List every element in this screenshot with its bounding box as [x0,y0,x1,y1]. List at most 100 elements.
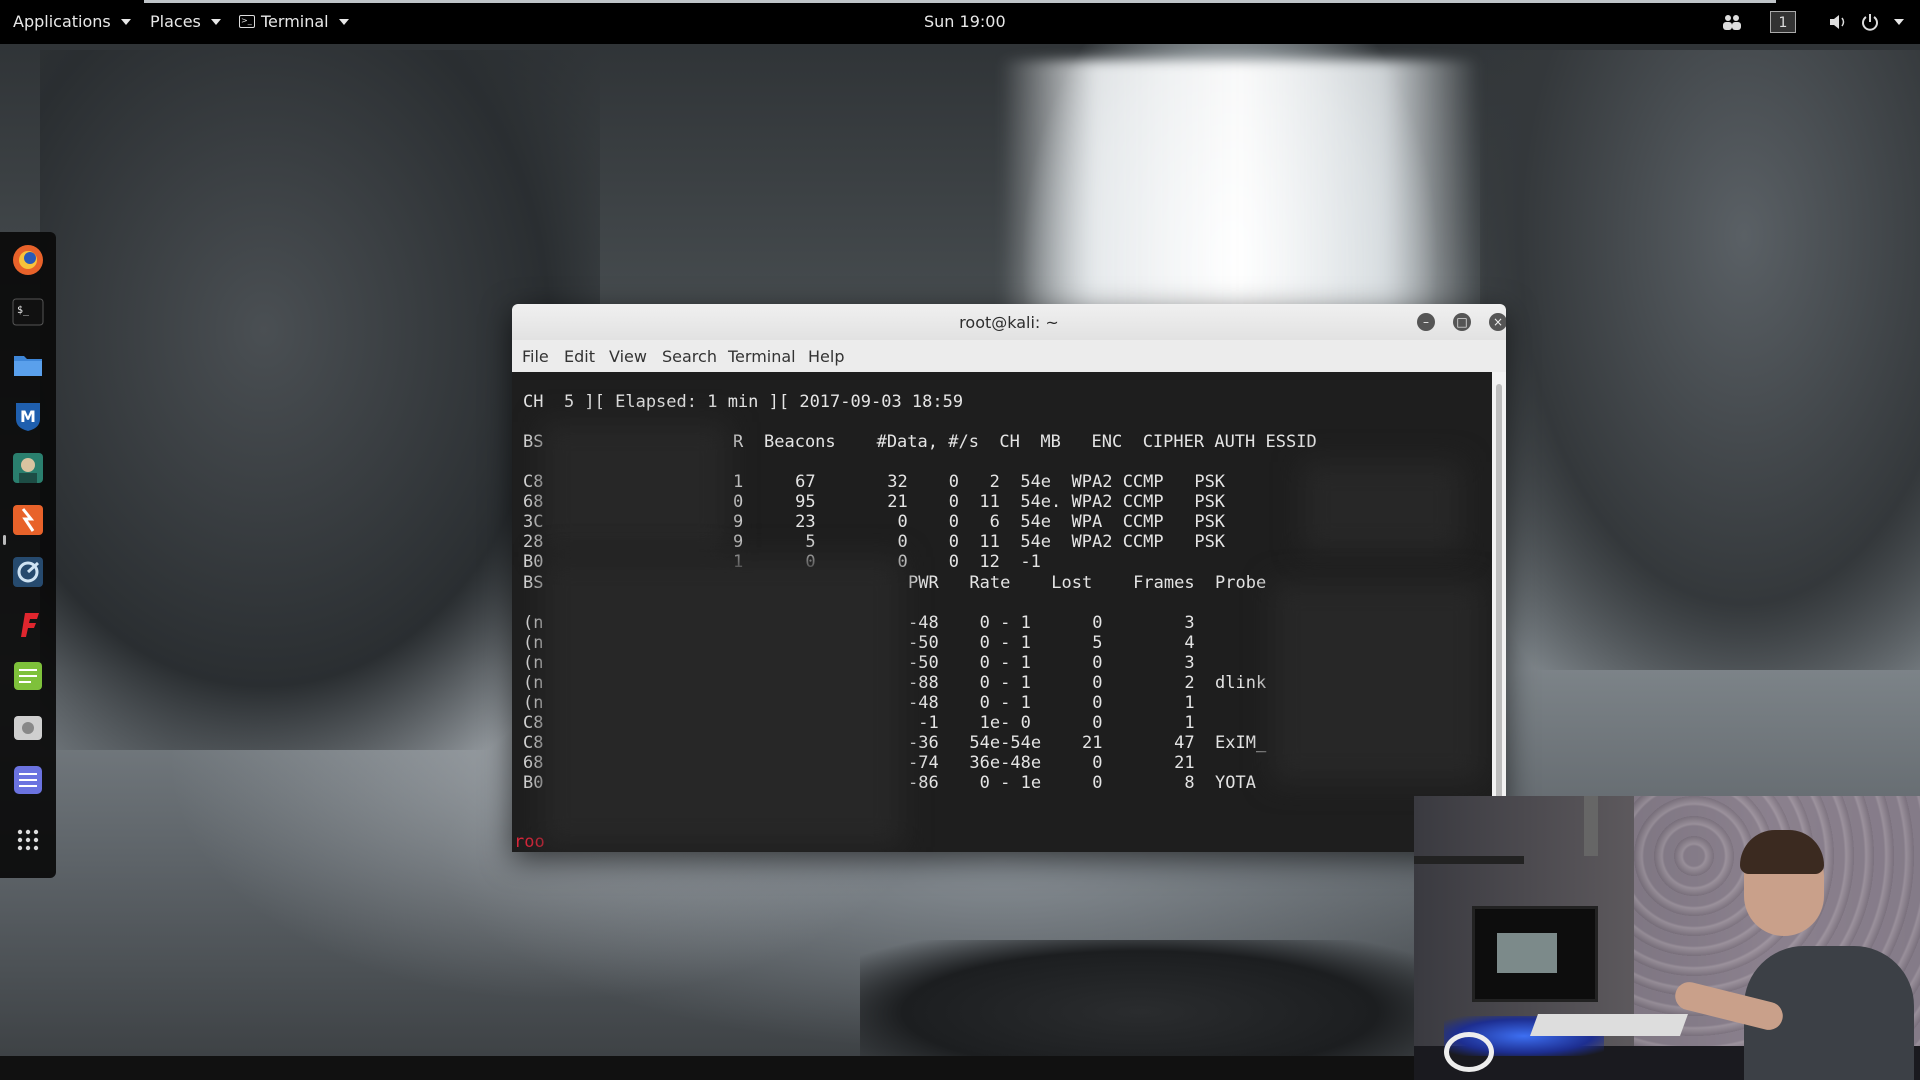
wallpaper-rocks [860,940,1420,1060]
menu-terminal[interactable]: Terminal [728,347,796,366]
ap-row-values: 23 0 0 6 54e WPA CCMP PSK [744,512,1226,532]
client-row-values: -50 0 - 1 5 4 [908,633,1195,653]
client-row-bssid: (n [523,653,544,673]
redacted-bssid-area [542,422,728,552]
menu-help[interactable]: Help [808,347,844,366]
dock-armitage[interactable] [10,450,46,486]
terminal-output[interactable]: CH 5 ][ Elapsed: 1 min ][ 2017-09-03 18:… [512,372,1492,852]
minimize-button[interactable]: – [1417,313,1435,331]
armitage-icon [13,453,43,483]
ap-header-bssid: BS [523,432,544,452]
dock: $_ M [0,232,56,878]
client-row-values: -50 0 - 1 0 3 [908,653,1195,673]
clock[interactable]: Sun 19:00 [924,12,1006,31]
client-row-values: -74 36e-48e 0 21 [908,753,1195,773]
ap-row-pwr: 9 [733,532,744,552]
people-icon[interactable] [1722,13,1742,31]
ap-row-bssid: B0 [523,552,544,572]
burpsuite-icon [13,505,43,535]
dock-leafpad[interactable] [10,658,46,694]
terminal-titlebar[interactable]: root@kali: ~ – □ × [512,304,1506,340]
client-row-bssid: 68 [523,753,544,773]
terminal-app-menu[interactable]: >_ Terminal [239,12,349,31]
power-icon[interactable] [1860,12,1880,32]
client-header-bssid: BS [523,573,544,593]
client-row-values: -86 0 - 1e 0 8 YOTA [908,773,1256,793]
client-row-values: -48 0 - 1 0 3 [908,613,1195,633]
client-row-bssid: C8 [523,733,544,753]
chevron-down-icon [338,18,349,25]
top-panel: Applications Places >_ Terminal Sun 19:0… [0,0,1920,44]
terminal-menubar: File Edit View Search Terminal Help [512,340,1506,373]
close-button[interactable]: × [1489,313,1506,331]
menu-search[interactable]: Search [662,347,717,366]
notes-icon [14,766,42,794]
chevron-down-icon [120,18,131,25]
dock-show-apps[interactable] [10,822,46,858]
svg-text:M: M [20,407,36,426]
dock-firefox[interactable] [10,242,46,278]
ap-row-values: 5 0 0 11 54e WPA2 CCMP PSK [744,532,1226,552]
ap-row-pwr: 0 [733,492,744,512]
redacted-station-area [542,557,902,847]
client-row-bssid: (n [523,673,544,693]
webcam-overlay [1414,796,1920,1080]
webcam-microphone [1584,796,1598,856]
volume-icon[interactable] [1828,13,1848,31]
webcam-keyboard [1529,1014,1689,1036]
places-label: Places [150,12,201,31]
app-grid-icon [17,829,39,851]
ap-row-pwr: 9 [733,512,744,532]
top-panel-highlight [144,0,1776,3]
terminal-scrollbar[interactable] [1492,372,1506,852]
webcam-headphones [1444,1032,1494,1072]
ap-row-values: 95 21 0 11 54e. WPA2 CCMP PSK [744,492,1226,512]
client-row-bssid: (n [523,693,544,713]
active-app-indicator [3,535,6,545]
redacted-essid-area [1302,462,1462,552]
ap-row-bssid: C8 [523,472,544,492]
webcam-shelf [1414,856,1524,864]
client-row-bssid: B0 [523,773,544,793]
menu-edit[interactable]: Edit [564,347,595,366]
dock-metasploit[interactable]: M [10,398,46,434]
folder-icon [14,356,42,376]
ap-row-bssid: 3C [523,512,544,532]
dock-files[interactable] [10,346,46,382]
dock-cutycapt[interactable] [10,710,46,746]
places-menu[interactable]: Places [150,12,221,31]
terminal-icon: >_ [239,15,255,28]
dock-terminal[interactable]: $_ [10,294,46,330]
svg-text:$_: $_ [17,305,30,316]
menu-file[interactable]: File [522,347,549,366]
scrollbar-thumb[interactable] [1496,384,1502,804]
metasploit-icon: M [16,403,40,431]
ap-row-values: 67 32 0 2 54e WPA2 CCMP PSK [744,472,1226,492]
applications-menu[interactable]: Applications [13,12,131,31]
airodump-status-line: CH 5 ][ Elapsed: 1 min ][ 2017-09-03 18:… [523,392,964,412]
client-row-values: -88 0 - 1 0 2 dlink [908,673,1267,693]
dock-notes[interactable] [10,762,46,798]
applications-label: Applications [13,12,111,31]
client-row-values: -48 0 - 1 0 1 [908,693,1195,713]
wallpaper-waterfall [1000,60,1480,320]
dock-maltego[interactable] [10,554,46,590]
shell-prompt: roo [514,832,545,852]
text-editor-icon [14,662,42,690]
ap-header-pwr: R [733,432,744,452]
maximize-button[interactable]: □ [1453,313,1471,331]
client-row-values: -36 54e-54e 21 47 ExIM_ [908,733,1267,753]
faraday-icon [21,613,39,637]
dock-faraday[interactable] [10,606,46,642]
client-row-bssid: (n [523,613,544,633]
ap-row-pwr: 1 [733,472,744,492]
ap-row-bssid: 28 [523,532,544,552]
workspace-indicator[interactable]: 1 [1770,11,1796,33]
webcam-monitor [1472,906,1598,1002]
menu-view[interactable]: View [609,347,647,366]
terminal-window[interactable]: root@kali: ~ – □ × File Edit View Search… [512,304,1506,852]
firefox-icon [13,245,43,275]
window-title: root@kali: ~ [959,313,1059,332]
chevron-down-icon[interactable] [1894,19,1904,25]
dock-burpsuite[interactable] [10,502,46,538]
